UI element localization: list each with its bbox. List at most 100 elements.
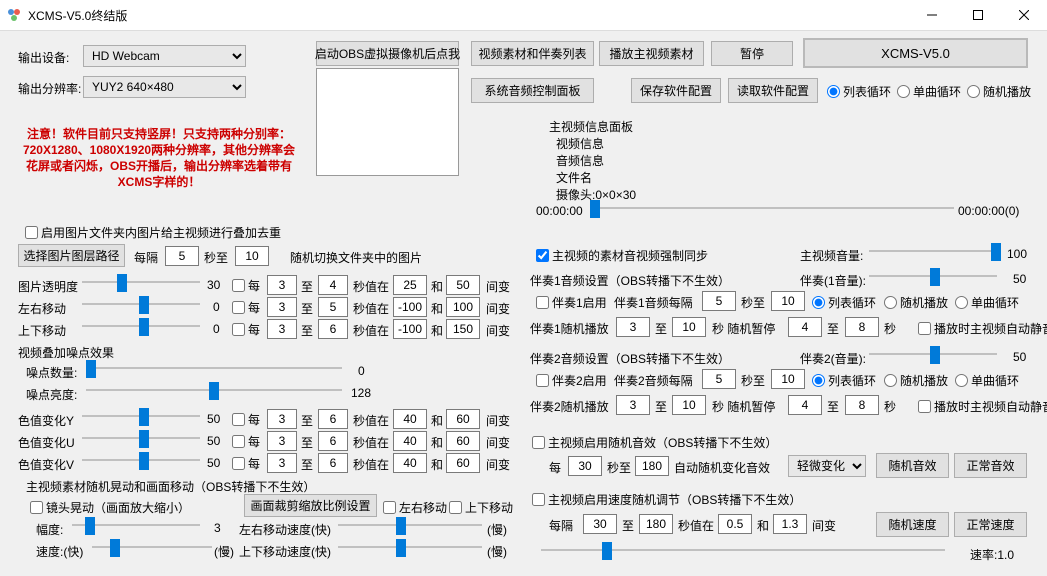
udm-each-check[interactable]: 每 (232, 321, 260, 338)
randeff-a[interactable] (568, 456, 602, 476)
bz1-p2[interactable] (845, 317, 879, 337)
randspd-a[interactable] (583, 514, 617, 534)
normspd-button[interactable]: 正常速度 (954, 512, 1027, 537)
udspd-slider[interactable] (338, 536, 482, 558)
normeff-button[interactable]: 正常音效 (954, 453, 1027, 478)
noise-bright-slider[interactable] (86, 379, 342, 401)
lrm-d[interactable] (446, 297, 480, 317)
amp-slider[interactable] (72, 514, 200, 536)
colu-a[interactable] (267, 431, 297, 451)
bz1-listloop[interactable]: 列表循环 (812, 294, 876, 311)
pause-button[interactable]: 暂停 (711, 41, 793, 66)
coly-d[interactable] (446, 409, 480, 429)
coly-a[interactable] (267, 409, 297, 429)
read-cfg-button[interactable]: 读取软件配置 (728, 78, 818, 103)
bz1-vol-slider[interactable] (869, 265, 997, 287)
overlay-enable-check[interactable]: 启用图片文件夹内图片给主视频进行叠加去重 (25, 224, 281, 241)
colv-c[interactable] (393, 453, 427, 473)
lrm-slider[interactable] (82, 293, 200, 315)
random-play-radio[interactable]: 随机播放 (967, 83, 1031, 100)
randeff-button[interactable]: 随机音效 (876, 453, 949, 478)
bz1-mute[interactable]: 播放时主视频自动静音 (918, 320, 1047, 337)
bz2-a[interactable] (702, 369, 736, 389)
bz2-enable[interactable]: 伴奏2启用 (536, 372, 607, 389)
output-device-select[interactable]: HD Webcam (83, 45, 246, 67)
randspd-c[interactable] (718, 514, 752, 534)
colv-each-check[interactable]: 每 (232, 455, 260, 472)
sync-check[interactable]: 主视频的素材音视频强制同步 (536, 247, 708, 264)
udm-d[interactable] (446, 319, 480, 339)
bz2-random[interactable]: 随机播放 (884, 372, 948, 389)
bz1-r2[interactable] (672, 317, 706, 337)
colu-c[interactable] (393, 431, 427, 451)
start-obs-button[interactable]: 启动OBS虚拟摄像机后点我 (316, 41, 459, 66)
udm-a[interactable] (267, 319, 297, 339)
audio-panel-button[interactable]: 系统音频控制面板 (471, 78, 594, 103)
close-button[interactable] (1001, 0, 1047, 30)
bz1-r1[interactable] (616, 317, 650, 337)
bz2-p2[interactable] (845, 395, 879, 415)
noise-count-slider[interactable] (86, 357, 342, 379)
single-loop-radio[interactable]: 单曲循环 (897, 83, 961, 100)
randeff-enable[interactable]: 主视频启用随机音效（OBS转播下不生效） (532, 434, 777, 451)
lrm-c[interactable] (393, 297, 427, 317)
rate-slider[interactable] (541, 539, 945, 561)
xcms-button[interactable]: XCMS-V5.0 (803, 38, 1028, 68)
udm-c[interactable] (393, 319, 427, 339)
coly-b[interactable] (318, 409, 348, 429)
bz2-vol-slider[interactable] (869, 343, 997, 365)
opacity-each-check[interactable]: 每 (232, 277, 260, 294)
colv-b[interactable] (318, 453, 348, 473)
colu-d[interactable] (446, 431, 480, 451)
bz2-single[interactable]: 单曲循环 (955, 372, 1019, 389)
bz2-listloop[interactable]: 列表循环 (812, 372, 876, 389)
save-cfg-button[interactable]: 保存软件配置 (631, 78, 721, 103)
colu-b[interactable] (318, 431, 348, 451)
minimize-button[interactable] (909, 0, 955, 30)
list-loop-radio[interactable]: 列表循环 (827, 83, 891, 100)
randspd-button[interactable]: 随机速度 (876, 512, 949, 537)
colv-slider[interactable] (82, 449, 200, 471)
lrspd-slider[interactable] (338, 514, 482, 536)
bz2-b[interactable] (771, 369, 805, 389)
spd-slider[interactable] (92, 536, 212, 558)
opacity-d[interactable] (446, 275, 480, 295)
udm-b[interactable] (318, 319, 348, 339)
bz2-r2[interactable] (672, 395, 706, 415)
coly-slider[interactable] (82, 405, 200, 427)
coly-c[interactable] (393, 409, 427, 429)
bz2-r1[interactable] (616, 395, 650, 415)
lrm-each-check[interactable]: 每 (232, 299, 260, 316)
progress-slider[interactable] (590, 197, 954, 219)
opacity-b[interactable] (318, 275, 348, 295)
bz1-enable[interactable]: 伴奏1启用 (536, 294, 607, 311)
opacity-c[interactable] (393, 275, 427, 295)
randeff-b[interactable] (635, 456, 669, 476)
effect-select[interactable]: 轻微变化 (788, 455, 866, 477)
randspd-d[interactable] (773, 514, 807, 534)
colu-each-check[interactable]: 每 (232, 433, 260, 450)
switch-interval-b[interactable] (235, 246, 269, 266)
opacity-a[interactable] (267, 275, 297, 295)
lrm-a[interactable] (267, 297, 297, 317)
colv-a[interactable] (267, 453, 297, 473)
randspd-b[interactable] (639, 514, 673, 534)
video-list-button[interactable]: 视频素材和伴奏列表 (471, 41, 594, 66)
bz1-single[interactable]: 单曲循环 (955, 294, 1019, 311)
play-main-button[interactable]: 播放主视频素材 (599, 41, 704, 66)
output-res-select[interactable]: YUY2 640×480 (83, 76, 246, 98)
bz2-p1[interactable] (788, 395, 822, 415)
mainvol-slider[interactable] (869, 240, 997, 262)
coly-each-check[interactable]: 每 (232, 411, 260, 428)
bz1-b[interactable] (771, 291, 805, 311)
opacity-slider[interactable] (82, 271, 200, 293)
bz1-random[interactable]: 随机播放 (884, 294, 948, 311)
randspd-enable[interactable]: 主视频启用速度随机调节（OBS转播下不生效） (532, 491, 801, 508)
bz1-a[interactable] (702, 291, 736, 311)
pick-path-button[interactable]: 选择图片图层路径 (18, 244, 125, 267)
udm-slider[interactable] (82, 315, 200, 337)
bz2-mute[interactable]: 播放时主视频自动静音 (918, 398, 1047, 415)
colv-d[interactable] (446, 453, 480, 473)
lrm-b[interactable] (318, 297, 348, 317)
colu-slider[interactable] (82, 427, 200, 449)
